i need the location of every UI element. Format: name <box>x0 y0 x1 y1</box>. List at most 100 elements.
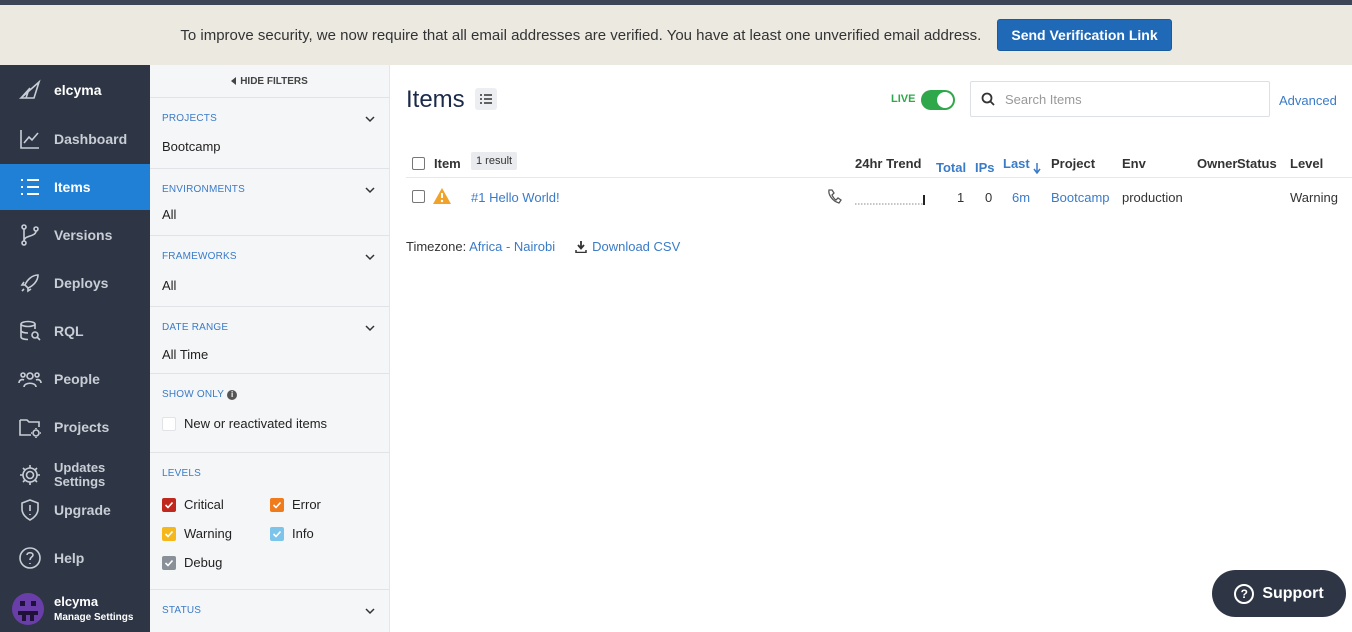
warning-checkbox[interactable] <box>162 526 176 541</box>
filter-title: SHOW ONLY <box>162 389 225 400</box>
list-icon <box>480 94 492 104</box>
phone-icon <box>828 189 842 204</box>
brand-name: elcyma <box>54 82 102 98</box>
timezone-link[interactable]: Africa - Nairobi <box>469 239 555 254</box>
sidebar-item-dashboard[interactable]: Dashboard <box>0 116 150 162</box>
rocket-icon <box>20 274 39 293</box>
result-count-badge: 1 result <box>471 152 518 170</box>
row-level: Warning <box>1290 190 1338 205</box>
col-owner[interactable]: Owner <box>1197 156 1237 171</box>
col-last[interactable]: Last <box>1003 156 1041 175</box>
row-total: 1 <box>957 190 965 205</box>
col-status[interactable]: Status <box>1237 156 1277 171</box>
people-icon <box>18 372 42 388</box>
level-critical[interactable]: Critical <box>162 497 270 512</box>
level-debug[interactable]: Debug <box>162 555 270 570</box>
level-label: Info <box>292 526 314 541</box>
user-menu[interactable]: elcyma Manage Settings <box>0 585 150 632</box>
download-csv-label: Download CSV <box>592 239 681 254</box>
live-label: LIVE <box>891 93 916 105</box>
sidebar-item-label: People <box>54 371 100 387</box>
new-reactivated-option[interactable]: New or reactivated items <box>162 400 377 431</box>
sidebar-item-label: Upgrade <box>54 502 111 518</box>
filter-title: PROJECTS <box>162 113 217 124</box>
level-info[interactable]: Info <box>270 526 370 541</box>
sidebar-item-rql[interactable]: RQL <box>0 308 150 354</box>
status-filter[interactable]: STATUS <box>150 590 389 632</box>
sidebar-item-label: RQL <box>54 323 84 339</box>
date-range-filter[interactable]: DATE RANGE All Time <box>150 307 389 374</box>
table-footer: Timezone: Africa - Nairobi Download CSV <box>406 239 680 254</box>
sidebar-item-people[interactable]: People <box>0 356 150 402</box>
banner-message: To improve security, we now require that… <box>180 26 982 44</box>
shield-icon <box>21 499 39 521</box>
col-env[interactable]: Env <box>1122 156 1146 171</box>
filter-value: Bootcamp <box>162 139 221 154</box>
projects-filter[interactable]: PROJECTS Bootcamp <box>150 98 389 169</box>
chevron-down-icon[interactable] <box>365 606 375 616</box>
table-row[interactable]: #1 Hello World! 1 0 6m Bootcamp producti… <box>406 179 1352 215</box>
support-button[interactable]: ? Support <box>1212 570 1346 617</box>
col-item[interactable]: Item <box>434 156 461 171</box>
sidebar-item-items[interactable]: Items <box>0 164 150 210</box>
sidebar-item-label: Deploys <box>54 275 109 291</box>
list-view-button[interactable] <box>475 88 497 110</box>
sidebar-item-upgrade[interactable]: Upgrade <box>0 487 150 533</box>
row-project-link[interactable]: Bootcamp <box>1051 190 1110 205</box>
sidebar-item-help[interactable]: Help <box>0 535 150 581</box>
option-label: New or reactivated items <box>184 416 328 431</box>
chevron-down-icon[interactable] <box>365 252 375 262</box>
manage-settings-link[interactable]: Manage Settings <box>54 612 133 623</box>
error-checkbox[interactable] <box>270 497 284 512</box>
advanced-search-link[interactable]: Advanced <box>1279 93 1337 108</box>
critical-checkbox[interactable] <box>162 497 176 512</box>
info-icon[interactable]: i <box>227 389 238 400</box>
search-input[interactable] <box>1005 91 1245 107</box>
avatar <box>12 592 44 625</box>
live-toggle[interactable] <box>921 90 955 110</box>
col-last-label: Last <box>1003 156 1030 171</box>
check-icon <box>164 559 174 567</box>
level-label: Warning <box>184 526 232 541</box>
item-title-link[interactable]: #1 Hello World! <box>471 190 560 205</box>
filters-panel: HIDE FILTERS PROJECTS Bootcamp ENVIRONME… <box>150 65 390 632</box>
sidebar-item-label: Versions <box>54 227 113 243</box>
row-checkbox[interactable] <box>412 190 425 203</box>
items-table-header: Item 1 result 24hr Trend Total IPs Last … <box>406 148 1352 178</box>
sidebar-item-deploys[interactable]: Deploys <box>0 260 150 306</box>
col-ips[interactable]: IPs <box>975 160 995 175</box>
select-all-checkbox[interactable] <box>412 157 425 170</box>
level-warning[interactable]: Warning <box>162 526 270 541</box>
main-content: Items LIVE Advanced Item 1 result 24hr T… <box>391 65 1352 632</box>
new-reactivated-checkbox[interactable] <box>162 416 176 431</box>
filter-title: ENVIRONMENTS <box>162 184 245 195</box>
sidebar-item-projects[interactable]: Projects <box>0 404 150 450</box>
chevron-down-icon[interactable] <box>365 185 375 195</box>
search-box[interactable] <box>970 81 1270 117</box>
user-name: elcyma <box>54 594 99 609</box>
debug-checkbox[interactable] <box>162 555 176 570</box>
search-icon <box>981 92 995 106</box>
row-last[interactable]: 6m <box>1012 190 1030 205</box>
chart-line-icon <box>20 130 39 149</box>
level-error[interactable]: Error <box>270 497 370 512</box>
sidebar-item-versions[interactable]: Versions <box>0 212 150 258</box>
col-total[interactable]: Total <box>936 160 966 175</box>
hide-filters-button[interactable]: HIDE FILTERS <box>150 65 389 98</box>
support-label: Support <box>1262 584 1324 602</box>
brand-logo-link[interactable]: elcyma <box>0 67 150 113</box>
row-env: production <box>1122 190 1183 205</box>
gear-icon <box>20 465 40 485</box>
col-level[interactable]: Level <box>1290 156 1323 171</box>
filter-value: All Time <box>162 347 209 362</box>
sidebar-item-label: Projects <box>54 419 110 435</box>
frameworks-filter[interactable]: FRAMEWORKS All <box>150 236 389 307</box>
col-project[interactable]: Project <box>1051 156 1095 171</box>
environments-filter[interactable]: ENVIRONMENTS All <box>150 169 389 236</box>
info-checkbox[interactable] <box>270 526 284 541</box>
chevron-down-icon[interactable] <box>365 323 375 333</box>
send-verification-button[interactable]: Send Verification Link <box>997 19 1172 51</box>
download-csv-link[interactable]: Download CSV <box>575 239 680 254</box>
filter-title: DATE RANGE <box>162 322 229 333</box>
chevron-down-icon[interactable] <box>365 114 375 124</box>
